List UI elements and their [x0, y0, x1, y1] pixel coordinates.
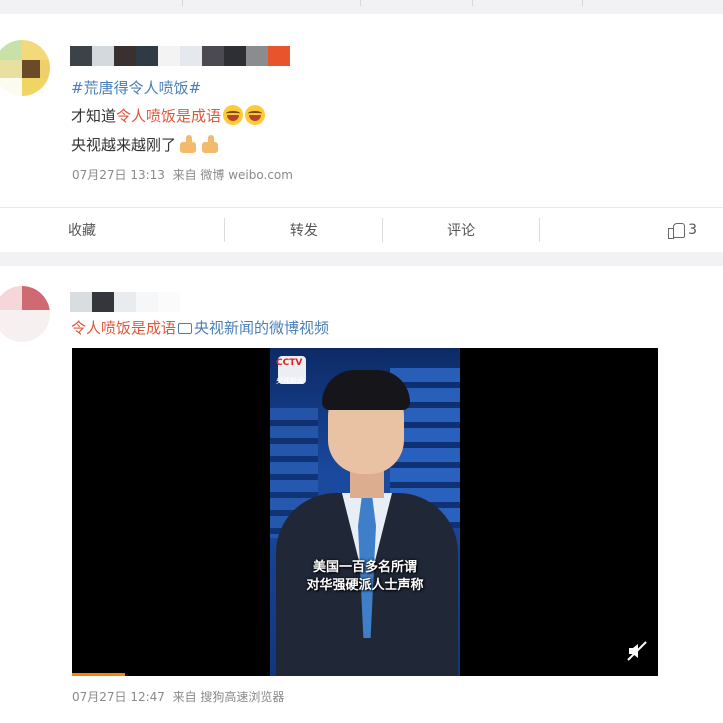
channel-logo-text: CCTV — [276, 358, 303, 368]
mute-icon[interactable] — [626, 640, 648, 662]
thumbs-up-emoji-icon — [200, 134, 220, 154]
anchor-hair — [322, 370, 410, 410]
divider — [182, 0, 183, 6]
subtitle-line-1: 美国一百多名所谓 — [312, 560, 417, 575]
avatar[interactable] — [0, 40, 50, 96]
video-link-line[interactable]: 令人喷饭是成语 央视新闻的微博视频 — [71, 317, 329, 339]
card-divider — [0, 252, 723, 266]
text-content: 央视越来越刚了 — [71, 136, 177, 154]
username-mosaic[interactable] — [70, 46, 290, 66]
post-meta: 07月27日 12:47 来自 搜狗高速浏览器 — [72, 688, 284, 705]
channel-name: 央视新闻 — [276, 377, 304, 385]
collect-button[interactable]: 收藏 — [0, 208, 226, 251]
like-icon — [668, 222, 686, 239]
previous-card-bottom — [0, 0, 723, 14]
laughing-emoji-icon — [223, 105, 244, 125]
divider — [582, 0, 583, 6]
divider — [472, 0, 473, 6]
video-icon — [178, 323, 193, 334]
post-source[interactable]: 搜狗高速浏览器 — [200, 690, 284, 704]
repost-button[interactable]: 转发 — [225, 208, 383, 251]
username-mosaic[interactable] — [70, 292, 180, 312]
laughing-emoji-icon — [245, 105, 266, 125]
like-button[interactable]: 3 — [540, 208, 723, 251]
collect-label: 收藏 — [68, 222, 96, 239]
comment-label: 评论 — [447, 222, 476, 239]
divider — [360, 0, 361, 6]
comment-button[interactable]: 评论 — [383, 208, 541, 251]
post-time[interactable]: 07月27日 12:47 — [72, 690, 165, 704]
video-source-link[interactable]: 央视新闻的微博视频 — [194, 319, 329, 337]
post-text-line-1: 才知道令人喷饭是成语 — [71, 105, 266, 127]
repost-label: 转发 — [289, 222, 318, 239]
subtitle-line-2: 对华强硬派人士声称 — [306, 578, 424, 593]
thumbs-up-emoji-icon — [178, 134, 198, 154]
post-time[interactable]: 07月27日 13:13 — [72, 168, 165, 182]
post-source[interactable]: 微博 weibo.com — [200, 168, 293, 182]
weibo-post-1: #荒唐得令人喷饭# 才知道令人喷饭是成语 央视越来越刚了 07月27日 13:1… — [0, 14, 723, 252]
action-bar: 收藏 转发 评论 3 — [0, 207, 723, 251]
from-label: 来自 — [172, 690, 197, 704]
hashtag-link[interactable]: #荒唐得令人喷饭# — [71, 77, 201, 99]
weibo-post-2: 令人喷饭是成语 央视新闻的微博视频 CCTV 央视新闻 美国一百多名所谓 对华强硬… — [0, 266, 723, 723]
text-prefix: 才知道 — [71, 107, 117, 125]
like-count: 3 — [688, 221, 697, 238]
avatar[interactable] — [0, 286, 50, 342]
video-frame: CCTV 央视新闻 美国一百多名所谓 对华强硬派人士声称 — [270, 348, 460, 676]
highlight-text: 令人喷饭是成语 — [116, 107, 222, 125]
video-progress-bar[interactable] — [72, 673, 125, 676]
post-meta: 07月27日 13:13 来自 微博 weibo.com — [72, 166, 293, 183]
from-label: 来自 — [172, 168, 197, 182]
post-text-line-2: 央视越来越刚了 — [71, 134, 220, 156]
video-player[interactable]: CCTV 央视新闻 美国一百多名所谓 对华强硬派人士声称 — [72, 348, 658, 676]
video-title-link[interactable]: 令人喷饭是成语 — [71, 319, 176, 337]
